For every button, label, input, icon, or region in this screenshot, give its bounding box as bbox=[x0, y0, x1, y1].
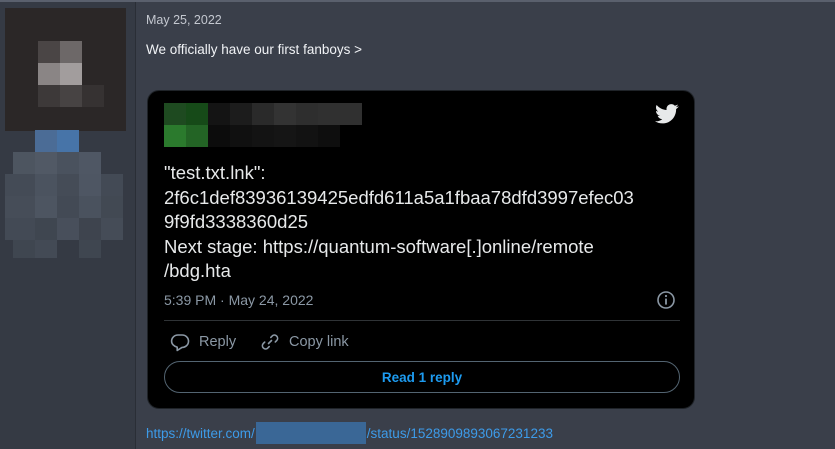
tweet-date: May 24, 2022 bbox=[228, 292, 314, 308]
chain-link-icon bbox=[261, 334, 279, 350]
username-redacted bbox=[5, 130, 129, 260]
user-avatar[interactable] bbox=[5, 8, 126, 131]
tweet-url-link[interactable]: https://twitter.com/ /status/15289098930… bbox=[146, 422, 553, 444]
twitter-bird-icon[interactable] bbox=[655, 104, 679, 124]
reply-button[interactable]: Reply bbox=[170, 331, 236, 353]
tweet-url-suffix: /status/1528909893067231233 bbox=[366, 425, 553, 441]
timestamp-separator: · bbox=[220, 292, 225, 308]
tweet-author-redacted[interactable] bbox=[164, 103, 364, 147]
redacted-username bbox=[255, 422, 366, 444]
info-icon[interactable] bbox=[656, 290, 676, 310]
copy-link-label: Copy link bbox=[289, 334, 349, 350]
post-date[interactable]: May 25, 2022 bbox=[146, 13, 222, 27]
reply-label: Reply bbox=[199, 334, 237, 350]
tweet-time: 5:39 PM bbox=[164, 292, 217, 308]
tweet-timestamp[interactable]: 5:39 PM · May 24, 2022 bbox=[164, 292, 313, 308]
speech-bubble-icon bbox=[170, 334, 190, 352]
tweet-body-line: Next stage: https://quantum-software[.]o… bbox=[164, 235, 594, 257]
embedded-tweet[interactable]: "test.txt.lnk": 2f6c1def83936139425edfd6… bbox=[147, 90, 695, 409]
tweet-body-line: 9f9fd3338360d25 bbox=[164, 211, 309, 232]
read-replies-button[interactable]: Read 1 reply bbox=[164, 361, 680, 393]
post-message: We officially have our first fanboys > bbox=[146, 42, 362, 57]
copy-link-button[interactable]: Copy link bbox=[260, 331, 349, 353]
tweet-body-line: /bdg.hta bbox=[164, 260, 231, 281]
tweet-body-line: "test.txt.lnk": bbox=[164, 162, 266, 183]
tweet-divider bbox=[164, 320, 680, 321]
tweet-url-prefix: https://twitter.com/ bbox=[146, 425, 255, 441]
tweet-body-line: 2f6c1def83936139425edfd611a5a1fbaa78dfd3… bbox=[164, 186, 634, 208]
tweet-body: "test.txt.lnk": 2f6c1def83936139425edfd6… bbox=[164, 161, 676, 284]
